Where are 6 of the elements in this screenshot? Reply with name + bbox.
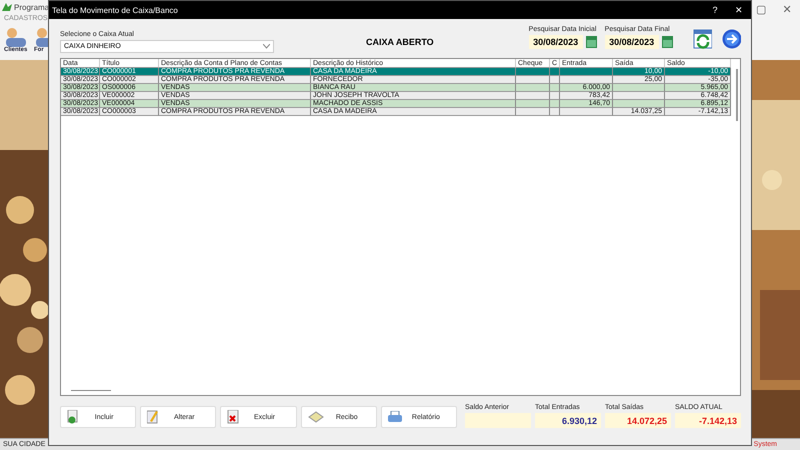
app-title: Programa (14, 3, 50, 12)
status-title: CAIXA ABERTO (366, 37, 434, 47)
total-field: -7.142,13 (675, 413, 742, 428)
total-field: 14.072,25 (605, 413, 672, 428)
window-title: Tela do Movimento de Caixa/Banco (52, 6, 179, 14)
total-field: 6.930,12 (535, 413, 602, 428)
